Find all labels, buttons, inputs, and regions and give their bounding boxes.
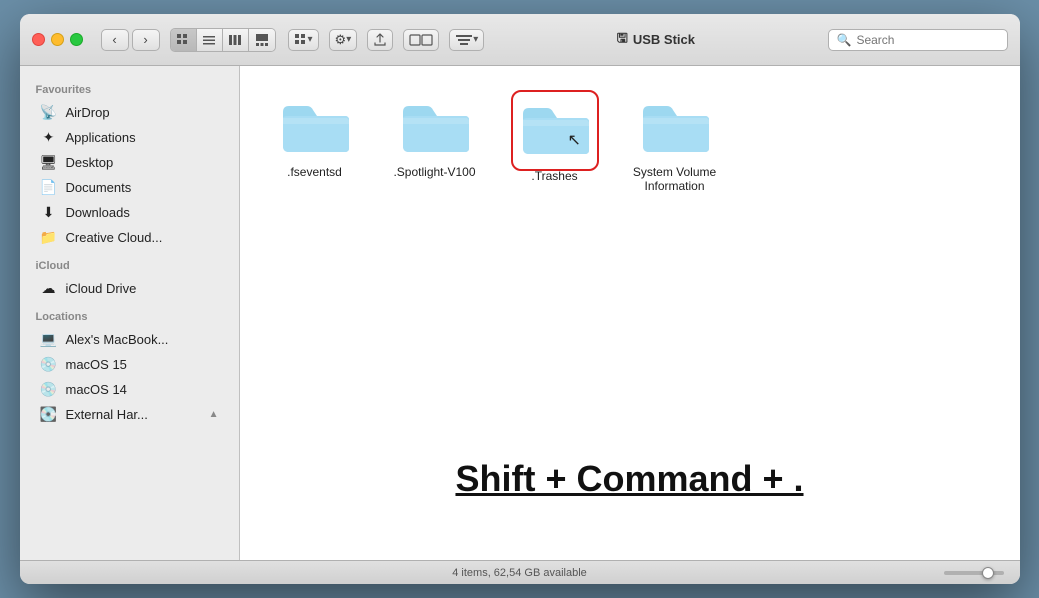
applications-icon: ✦ [40, 129, 58, 146]
usb-icon: 🖫 [617, 29, 628, 51]
file-item-selected[interactable]: ↖ .Trashes [510, 96, 600, 183]
sidebar-item-macbook[interactable]: 💻 Alex's MacBook... [24, 327, 235, 352]
folder-svg [639, 96, 711, 156]
view-list-button[interactable] [197, 29, 223, 51]
folder-svg [519, 98, 591, 158]
zoom-slider[interactable] [944, 571, 1004, 575]
sidebar-item-label: Applications [66, 130, 136, 145]
folder-svg [279, 96, 351, 156]
slider-track [944, 571, 1004, 575]
sidebar-item-label: AirDrop [66, 105, 110, 120]
file-name: .fseventsd [287, 165, 342, 179]
sidebar-item-applications[interactable]: ✦ Applications [24, 125, 235, 150]
sidebar: Favourites 📡 AirDrop ✦ Applications 🖥 De… [20, 66, 240, 560]
external-icon: 💽 [40, 406, 58, 423]
nav-buttons: ‹ › [101, 29, 160, 51]
sidebar-item-documents[interactable]: 📄 Documents [24, 175, 235, 200]
sidebar-item-creative-cloud[interactable]: 📁 Creative Cloud... [24, 225, 235, 250]
sidebar-item-desktop[interactable]: 🖥 Desktop [24, 150, 235, 175]
maximize-button[interactable] [70, 33, 83, 46]
status-text: 4 items, 62,54 GB available [452, 567, 587, 579]
window-title: 🖫 USB Stick [494, 29, 817, 51]
macbook-icon: 💻 [40, 331, 58, 348]
locations-header: Locations [20, 301, 239, 327]
file-item[interactable]: .fseventsd [270, 96, 360, 179]
sidebar-item-label: External Har... [66, 407, 148, 422]
main-content: Favourites 📡 AirDrop ✦ Applications 🖥 De… [20, 66, 1020, 560]
sidebar-item-external[interactable]: 💽 External Har... ▲ [24, 402, 235, 427]
documents-icon: 📄 [40, 179, 58, 196]
group-by-button[interactable]: ▾ [288, 29, 319, 51]
minimize-button[interactable] [51, 33, 64, 46]
titlebar: ‹ › [20, 14, 1020, 66]
sidebar-item-macos14[interactable]: 💿 macOS 14 [24, 377, 235, 402]
folder-icon-wrap [639, 96, 711, 161]
files-grid: .fseventsd .Spotlight-V100 [240, 66, 1020, 223]
downloads-icon: ⬇ [40, 204, 58, 221]
tag-button[interactable] [403, 29, 439, 51]
sidebar-item-label: Alex's MacBook... [66, 332, 169, 347]
sidebar-item-label: macOS 14 [66, 382, 127, 397]
shortcut-area: Shift + Command + . [240, 223, 1020, 560]
folder-icon-wrap [279, 96, 351, 161]
share-button[interactable] [367, 29, 393, 51]
file-item[interactable]: System Volume Information [630, 96, 720, 193]
sidebar-item-label: macOS 15 [66, 357, 127, 372]
sidebar-item-macos15[interactable]: 💿 macOS 15 [24, 352, 235, 377]
sidebar-item-label: iCloud Drive [66, 281, 137, 296]
close-button[interactable] [32, 33, 45, 46]
slider-thumb[interactable] [982, 567, 994, 579]
search-bar[interactable]: 🔍 [828, 29, 1008, 51]
back-button[interactable]: ‹ [101, 29, 129, 51]
view-gallery-button[interactable] [249, 29, 275, 51]
sidebar-item-downloads[interactable]: ⬇ Downloads [24, 200, 235, 225]
sidebar-item-airdrop[interactable]: 📡 AirDrop [24, 100, 235, 125]
view-icon-button[interactable] [171, 29, 197, 51]
sidebar-item-label: Documents [66, 180, 132, 195]
folder-icon-wrap [399, 96, 471, 161]
view-column-button[interactable] [223, 29, 249, 51]
desktop-icon: 🖥 [40, 154, 58, 171]
action-button[interactable]: ⚙▾ [329, 29, 358, 51]
finder-window: ‹ › [20, 14, 1020, 584]
icloud-drive-icon: ☁ [40, 280, 58, 297]
shortcut-text: Shift + Command + . [270, 458, 990, 500]
file-item[interactable]: .Spotlight-V100 [390, 96, 480, 179]
status-bar: 4 items, 62,54 GB available [20, 560, 1020, 584]
search-icon: 🔍 [837, 33, 852, 47]
forward-button[interactable]: › [132, 29, 160, 51]
creative-cloud-icon: 📁 [40, 229, 58, 246]
view-mode-group [170, 28, 276, 52]
favourites-header: Favourites [20, 74, 239, 100]
sidebar-item-icloud-drive[interactable]: ☁ iCloud Drive [24, 276, 235, 301]
file-name: .Trashes [531, 169, 577, 183]
icloud-header: iCloud [20, 250, 239, 276]
file-name: .Spotlight-V100 [393, 165, 475, 179]
file-name: System Volume Information [630, 165, 720, 193]
macos15-icon: 💿 [40, 356, 58, 373]
sort-button[interactable]: ▾ [449, 29, 484, 51]
file-area: .fseventsd .Spotlight-V100 [240, 66, 1020, 560]
search-input[interactable] [856, 33, 998, 47]
airdrop-icon: 📡 [40, 104, 58, 121]
macos14-icon: 💿 [40, 381, 58, 398]
sidebar-item-label: Creative Cloud... [66, 230, 163, 245]
traffic-lights [32, 33, 83, 46]
sidebar-item-label: Downloads [66, 205, 130, 220]
sidebar-item-label: Desktop [66, 155, 114, 170]
folder-svg [399, 96, 471, 156]
folder-icon-wrap-selected [517, 96, 593, 165]
